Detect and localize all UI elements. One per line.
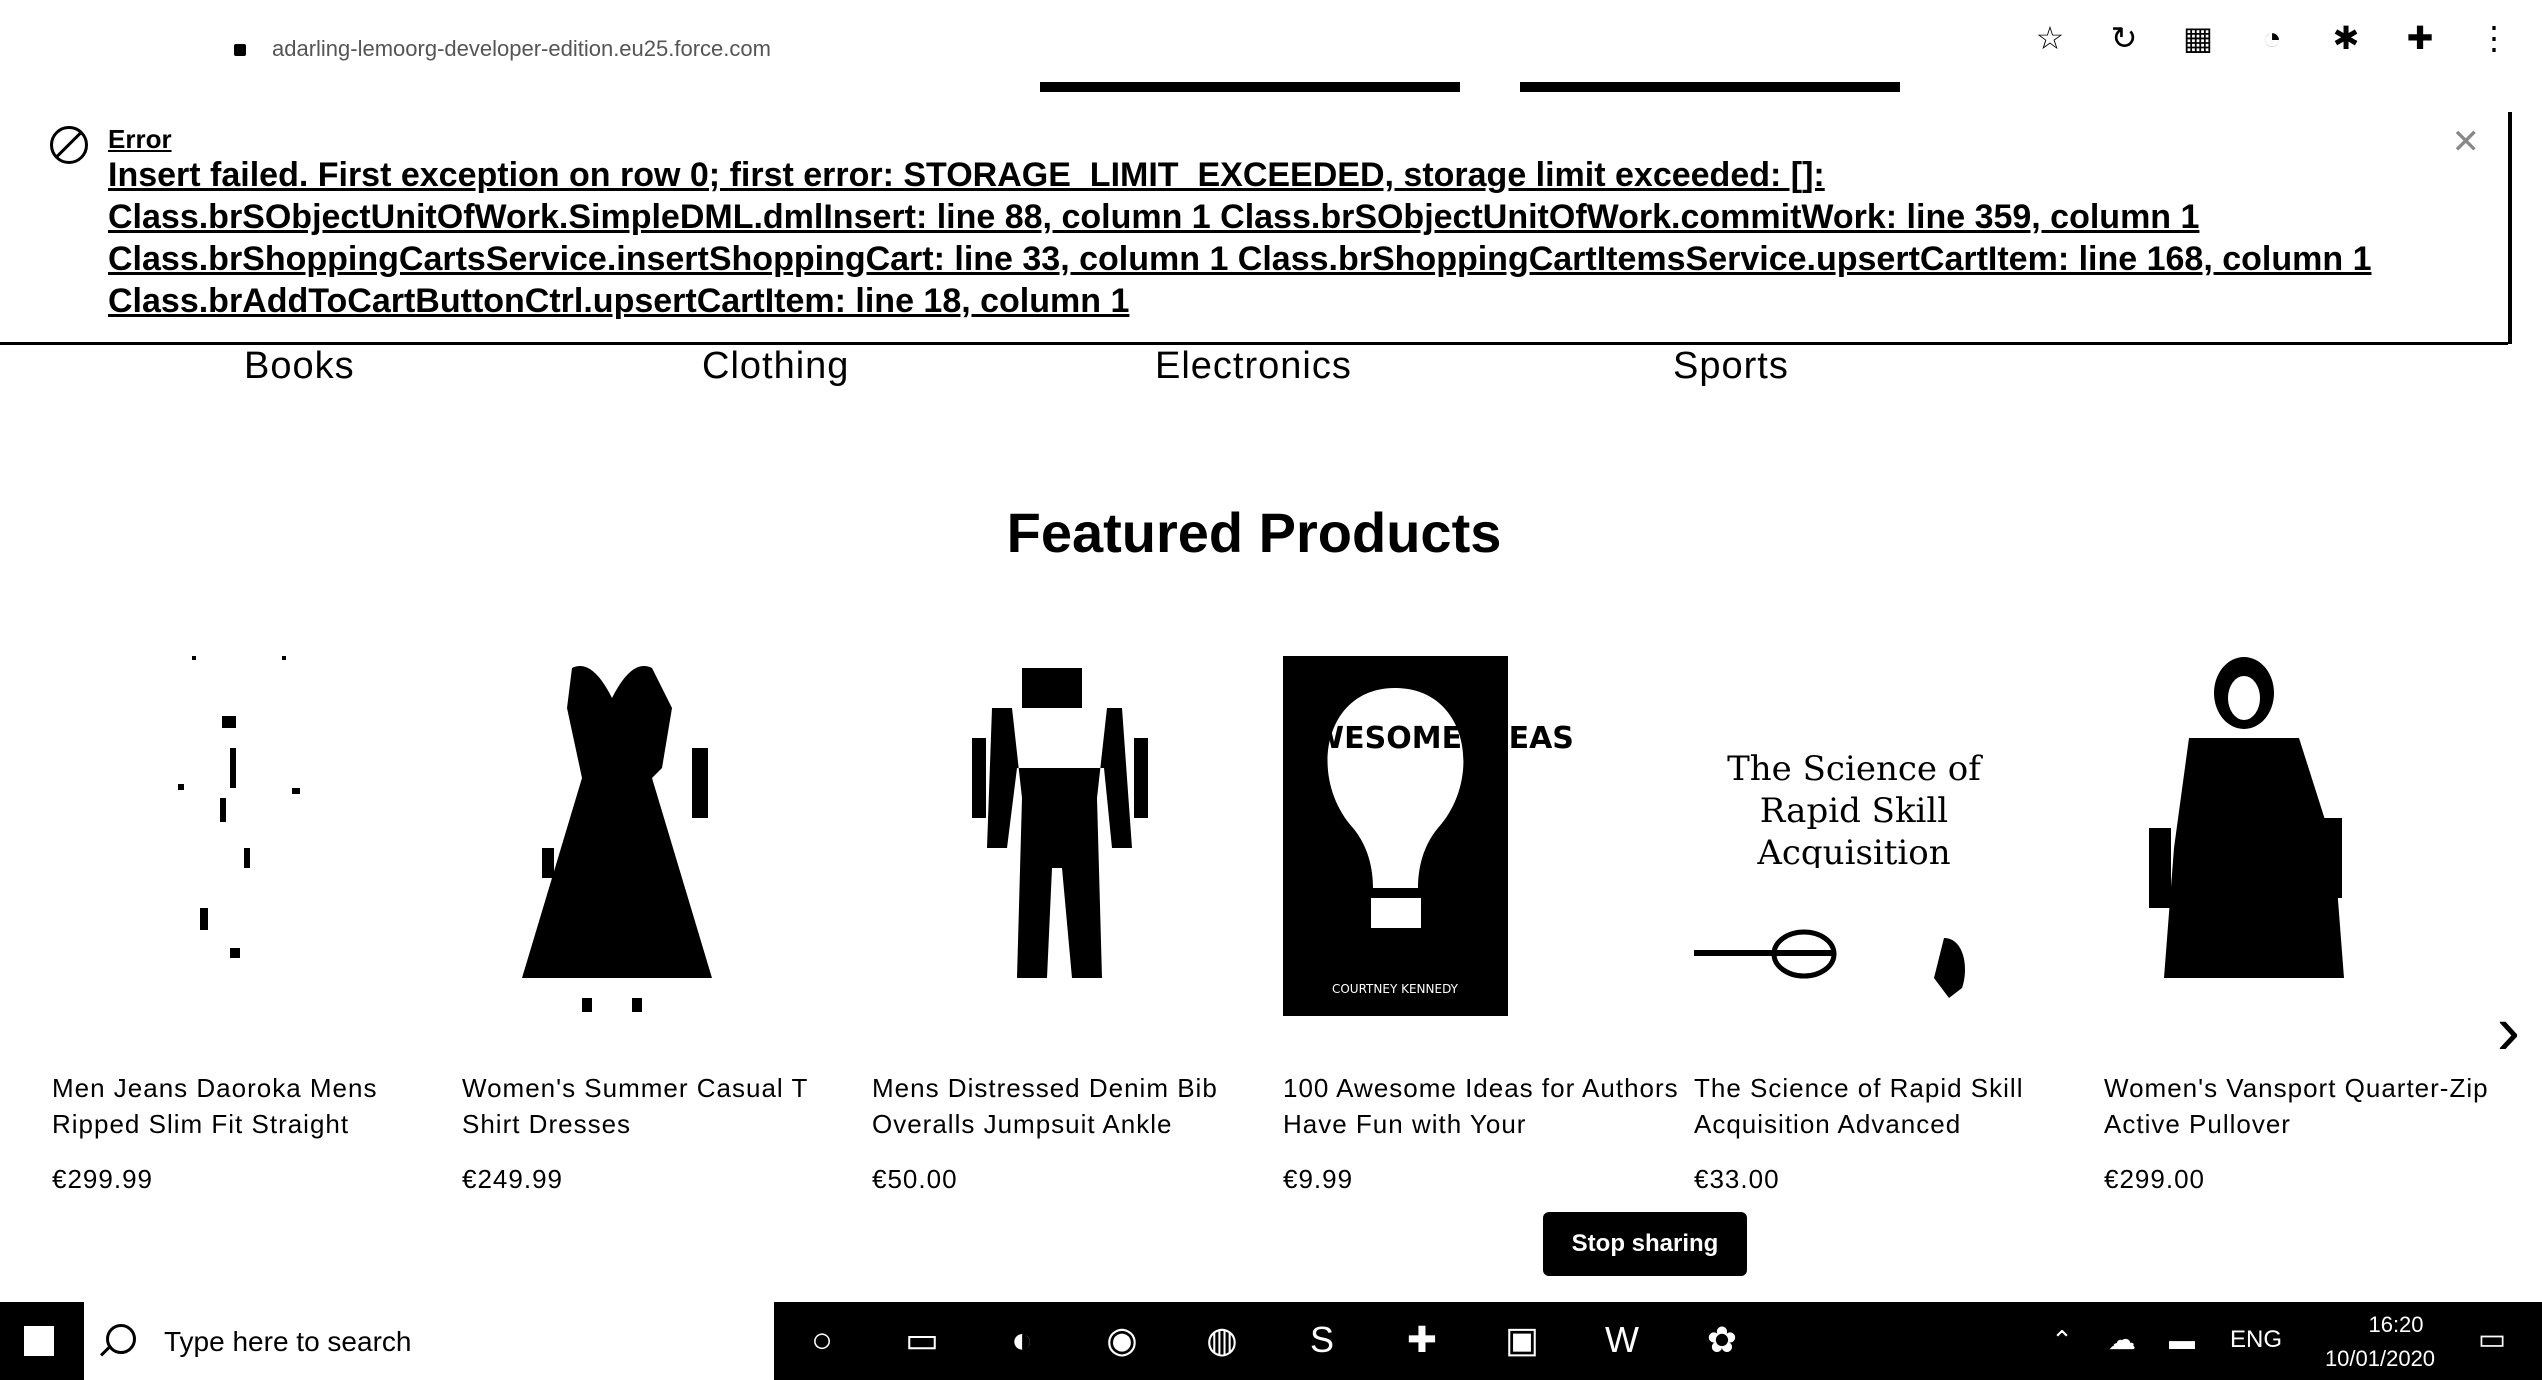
product-price: €50.00 (872, 1164, 958, 1194)
product-price: €299.99 (52, 1164, 153, 1194)
network-icon[interactable]: ▬ (2160, 1318, 2204, 1362)
calendar-icon[interactable]: ▦ (2180, 20, 2216, 56)
error-icon (50, 126, 88, 164)
close-icon[interactable]: ✕ (2452, 122, 2481, 162)
product-name[interactable]: Women's Summer Casual T Shirt Dresses (462, 1070, 862, 1142)
address-bar[interactable]: adarling-lemoorg-developer-edition.eu25.… (272, 36, 771, 62)
error-title: Error (108, 124, 172, 154)
language-indicator[interactable]: ENG (2230, 1326, 2282, 1354)
word-icon[interactable]: W (1600, 1318, 1644, 1362)
product-price: €33.00 (1694, 1164, 1780, 1194)
search-placeholder: Type here to search (164, 1326, 412, 1357)
windows-taskbar: Type here to search ○ ▭ ◐ ◉ ◍ S ✚ ▣ W ✿ … (0, 1302, 2542, 1380)
extension-icon[interactable]: ✱ (2328, 20, 2364, 56)
taskbar-search[interactable]: Type here to search (84, 1302, 774, 1380)
clock-time[interactable]: 16:20 (2336, 1312, 2456, 1338)
refresh-icon[interactable]: ↻ (2106, 20, 2142, 56)
bookmark-strip (1520, 82, 1900, 92)
featured-heading: Featured Products (1006, 501, 1502, 564)
category-sports[interactable]: Sports (1673, 345, 1789, 388)
screen-share-bar: Stop sharing (740, 1200, 1940, 1280)
product-image (178, 656, 300, 958)
product-image (972, 668, 1148, 978)
product-card[interactable]: Women's Summer Casual T Shirt Dresses €2… (462, 640, 872, 1240)
site-info-icon[interactable] (234, 44, 246, 56)
category-electronics[interactable]: Electronics (1155, 345, 1352, 388)
product-image: The Science of Rapid Skill Acquisition (1694, 749, 1981, 998)
puzzle-icon[interactable]: ✚ (2402, 20, 2438, 56)
product-card[interactable]: Women's Vansport Quarter-Zip Active Pull… (2104, 640, 2514, 1240)
product-card[interactable]: The Science of Rapid Skill Acquisition T… (1694, 640, 2104, 1240)
app-icon[interactable]: ✿ (1700, 1318, 1744, 1362)
chevron-up-icon[interactable]: ⌃ (2040, 1318, 2084, 1362)
product-name[interactable]: Mens Distressed Denim Bib Overalls Jumps… (872, 1070, 1272, 1142)
product-name[interactable]: Men Jeans Daoroka Mens Ripped Slim Fit S… (52, 1070, 452, 1142)
stop-sharing-button[interactable]: Stop sharing (1543, 1212, 1747, 1276)
chrome-icon[interactable]: ◉ (1100, 1318, 1144, 1362)
file-explorer-icon[interactable]: ▭ (900, 1318, 944, 1362)
error-message: Insert failed. First exception on row 0;… (108, 156, 2372, 320)
svg-text:COURTNEY KENNEDY: COURTNEY KENNEDY (1332, 982, 1459, 996)
browser-toolbar: adarling-lemoorg-developer-edition.eu25.… (0, 0, 2542, 95)
star-icon[interactable]: ☆ (2032, 20, 2068, 56)
skype-icon[interactable]: S (1300, 1318, 1344, 1362)
product-price: €9.99 (1283, 1164, 1354, 1194)
product-price: €299.00 (2104, 1164, 2205, 1194)
extension-icons: ☆ ↻ ▦ ◔ ✱ ✚ ⋮ (2032, 20, 2512, 57)
product-name[interactable]: 100 Awesome Ideas for Authors Have Fun w… (1283, 1070, 1683, 1142)
product-name[interactable]: The Science of Rapid Skill Acquisition A… (1694, 1070, 2094, 1142)
app-icon[interactable]: ◍ (1200, 1318, 1244, 1362)
chevron-right-icon[interactable]: › (2497, 990, 2520, 1070)
product-image (2149, 657, 2344, 978)
product-price: €249.99 (462, 1164, 563, 1194)
error-banner: Error Insert failed. First exception on … (0, 112, 2512, 344)
clock-date[interactable]: 10/01/2020 (2300, 1346, 2460, 1372)
notification-icon[interactable]: ▭ (2470, 1318, 2514, 1362)
app-icon[interactable]: ✚ (1400, 1318, 1444, 1362)
app-icon[interactable]: ◐ (1000, 1318, 1044, 1362)
product-card[interactable]: 100 AWESOME IDEAS COURTNEY KENNEDY 100 A… (1283, 640, 1693, 1240)
cortana-icon[interactable]: ○ (800, 1318, 844, 1362)
product-carousel: Men Jeans Daoroka Mens Ripped Slim Fit S… (0, 640, 2542, 1240)
product-name[interactable]: Women's Vansport Quarter-Zip Active Pull… (2104, 1070, 2504, 1142)
search-icon (106, 1324, 136, 1354)
product-card[interactable]: Mens Distressed Denim Bib Overalls Jumps… (872, 640, 1282, 1240)
windows-icon (24, 1326, 54, 1356)
onedrive-icon[interactable]: ☁ (2100, 1318, 2144, 1362)
menu-icon[interactable]: ⋮ (2476, 20, 2512, 56)
book-cover-title: 100 AWESOME IDEAS (1283, 721, 1574, 756)
start-button[interactable] (0, 1302, 82, 1380)
product-image (522, 666, 712, 1012)
book-cover-title: The Science of Rapid Skill Acquisition (1727, 749, 1981, 868)
category-nav: Books Clothing Electronics Sports (0, 345, 2542, 405)
category-books[interactable]: Books (244, 345, 355, 388)
product-image: 100 AWESOME IDEAS COURTNEY KENNEDY (1283, 656, 1574, 1016)
product-card[interactable]: Men Jeans Daoroka Mens Ripped Slim Fit S… (52, 640, 462, 1240)
category-clothing[interactable]: Clothing (702, 345, 849, 388)
bookmark-strip (1040, 82, 1460, 92)
app-icon[interactable]: ▣ (1500, 1318, 1544, 1362)
clock-icon[interactable]: ◔ (2254, 20, 2290, 56)
